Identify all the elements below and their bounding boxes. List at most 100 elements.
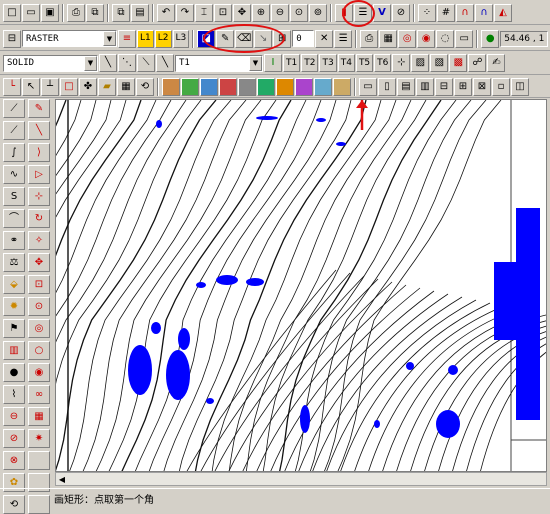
num-icon[interactable]: ⊞: [273, 29, 292, 48]
print-icon[interactable]: ⎙: [67, 4, 85, 22]
chain-red-icon[interactable]: ∞: [28, 385, 50, 404]
color-bar-icon[interactable]: ≡: [118, 29, 136, 48]
window-icon-4[interactable]: ▥: [416, 77, 434, 96]
pattern-icon[interactable]: ▧: [430, 54, 449, 72]
palette-icon-2[interactable]: [181, 77, 199, 96]
layer-button-l2[interactable]: L2: [154, 29, 172, 48]
wave-icon[interactable]: ∿: [3, 165, 25, 184]
stack-icon[interactable]: ☰: [334, 29, 353, 48]
dimension-icon[interactable]: ⊹: [392, 54, 411, 72]
snap-icon[interactable]: ∩: [475, 4, 493, 22]
tee-icon[interactable]: ┴: [41, 77, 59, 96]
table-icon[interactable]: ▦: [379, 29, 398, 48]
erase-icon[interactable]: ⊘: [3, 429, 25, 448]
print-preview-icon[interactable]: ⧉: [86, 4, 104, 22]
palette-icon-6[interactable]: [257, 77, 275, 96]
rotate-icon[interactable]: ⟲: [136, 77, 154, 96]
node-edit-icon[interactable]: ⊹: [28, 187, 50, 206]
copy-icon[interactable]: ⧉: [112, 4, 130, 22]
star-icon[interactable]: ✧: [28, 231, 50, 250]
circle-outline-icon[interactable]: ○: [28, 341, 50, 360]
move-icon[interactable]: ✥: [28, 253, 50, 272]
node-icon[interactable]: ✤: [79, 77, 97, 96]
contour-map[interactable]: [56, 100, 547, 472]
polyline-icon[interactable]: ⟋: [3, 121, 25, 140]
square-dot-icon[interactable]: ⊡: [28, 275, 50, 294]
info-icon[interactable]: ⊘: [392, 4, 410, 22]
draw-line-icon[interactable]: ⟋: [3, 99, 25, 118]
v-button[interactable]: V: [373, 4, 391, 22]
line-style-select[interactable]: SOLID ▼: [3, 54, 98, 72]
spiral-icon[interactable]: ◉: [417, 29, 436, 48]
bucket-icon[interactable]: ⬙: [3, 275, 25, 294]
window-icon-3[interactable]: ▤: [397, 77, 415, 96]
window-icon-9[interactable]: ◫: [511, 77, 529, 96]
drawing-canvas[interactable]: [55, 99, 547, 472]
triangle-outline-icon[interactable]: ▷: [28, 165, 50, 184]
target-icon[interactable]: ◌: [436, 29, 455, 48]
triangle-icon[interactable]: ◭: [494, 4, 512, 22]
grid-red-icon[interactable]: ▦: [28, 407, 50, 426]
line-style-icon-3[interactable]: ⟍: [137, 54, 155, 72]
scale-icon[interactable]: ⚖: [3, 253, 25, 272]
palette-icon-7[interactable]: [276, 77, 294, 96]
pencil-icon[interactable]: ✎: [216, 29, 235, 48]
text-button-t5[interactable]: T5: [355, 54, 374, 72]
text-button-t3[interactable]: T3: [319, 54, 337, 72]
mark-icon[interactable]: ⚑: [3, 319, 25, 338]
line-red-icon[interactable]: ╲: [28, 121, 50, 140]
save-icon[interactable]: ▣: [41, 4, 59, 22]
palette-icon-9[interactable]: [314, 77, 332, 96]
mode-icon[interactable]: ↘: [254, 29, 273, 48]
grid-icon[interactable]: #: [437, 4, 455, 22]
window-icon-1[interactable]: ▭: [359, 77, 377, 96]
brush-icon[interactable]: ⌇: [3, 385, 25, 404]
circle-target-icon[interactable]: ◎: [28, 319, 50, 338]
paste-icon[interactable]: ▤: [131, 4, 149, 22]
text-button-t1[interactable]: T1: [283, 54, 301, 72]
corner-icon[interactable]: └: [3, 77, 21, 96]
symbol-yellow-icon[interactable]: ✹: [3, 297, 25, 316]
symbol-icon[interactable]: ☍: [468, 54, 487, 72]
zoom-fit-icon[interactable]: ⊙: [290, 4, 308, 22]
hatch-icon[interactable]: ▨: [411, 54, 430, 72]
line-style-icon-4[interactable]: ╲: [156, 54, 174, 72]
arrow-icon[interactable]: ↖: [22, 77, 40, 96]
circle-dot-icon[interactable]: ⊙: [28, 297, 50, 316]
eraser-icon[interactable]: ⌫: [235, 29, 254, 48]
text-style-select[interactable]: T1 ▼: [175, 54, 263, 72]
globe-icon[interactable]: ●: [481, 29, 500, 48]
zoom-window-icon[interactable]: ⊚: [309, 4, 327, 22]
vertex-icon[interactable]: ⟩: [28, 143, 50, 162]
window-icon-7[interactable]: ⊠: [473, 77, 491, 96]
grid-dots-icon[interactable]: ⁘: [418, 4, 436, 22]
line-style-icon-1[interactable]: ╲: [99, 54, 117, 72]
folder-icon[interactable]: ▰: [98, 77, 116, 96]
vertical-text-icon[interactable]: Ⅰ: [264, 54, 282, 72]
select-icon[interactable]: ⊡: [214, 4, 232, 22]
chain-icon[interactable]: ⚭: [3, 231, 25, 250]
circle-center-icon[interactable]: ◉: [28, 363, 50, 382]
open-folder-icon[interactable]: ▭: [22, 4, 40, 22]
blank-tool[interactable]: [28, 451, 50, 470]
horizontal-scrollbar[interactable]: ◀: [55, 472, 547, 486]
pan-icon[interactable]: ✥: [233, 4, 251, 22]
cut-icon[interactable]: ⌶: [195, 4, 213, 22]
layer-properties-icon[interactable]: ☰: [354, 4, 372, 22]
chevron-down-icon[interactable]: ▼: [84, 55, 97, 71]
rect-red-icon[interactable]: □: [60, 77, 78, 96]
spline-icon[interactable]: S: [3, 187, 25, 206]
stamp-icon[interactable]: ⊗: [3, 451, 25, 470]
grid-edit-icon[interactable]: ▦: [117, 77, 135, 96]
highlighted-tool-icon[interactable]: ▮: [335, 4, 353, 22]
layer-button-l3[interactable]: L3: [172, 29, 190, 48]
circle-icon[interactable]: ◎: [398, 29, 417, 48]
window-icon-2[interactable]: ▯: [378, 77, 396, 96]
new-file-icon[interactable]: □: [3, 4, 21, 22]
zoom-in-icon[interactable]: ⊕: [252, 4, 270, 22]
window-icon[interactable]: ▭: [455, 29, 474, 48]
zoom-out-icon[interactable]: ⊖: [271, 4, 289, 22]
lens-icon[interactable]: ⊖: [3, 407, 25, 426]
chevron-down-icon[interactable]: ▼: [103, 31, 116, 46]
raster-layer-select[interactable]: RASTER ▼: [22, 30, 117, 47]
